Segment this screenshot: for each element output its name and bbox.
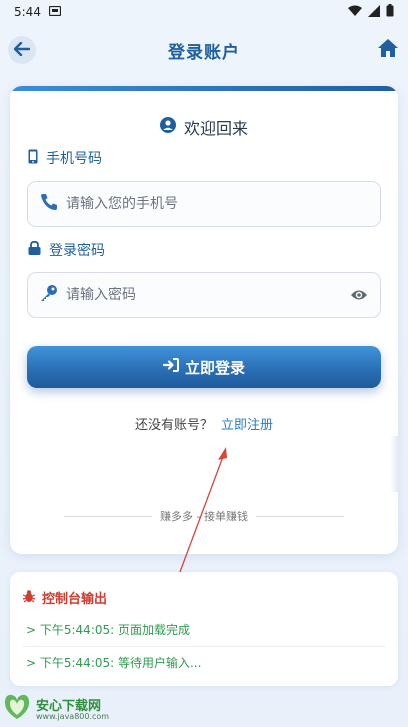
password-input[interactable] xyxy=(66,287,336,303)
wifi-icon xyxy=(348,5,362,19)
divider-line-right xyxy=(255,515,344,517)
phone-label: 手机号码 xyxy=(28,148,102,168)
register-row: 还没有账号？ 立即注册 xyxy=(10,414,398,433)
battery-icon xyxy=(386,4,394,20)
divider-line-left xyxy=(64,515,153,517)
no-account-text: 还没有账号？ xyxy=(134,418,213,433)
page-title: 登录账户 xyxy=(168,42,240,63)
status-time: 5:44 xyxy=(14,5,41,19)
back-button[interactable] xyxy=(8,36,36,64)
welcome-text: 欢迎回来 xyxy=(183,119,248,138)
header: 登录账户 xyxy=(0,24,408,76)
status-bar: 5:44 xyxy=(0,0,408,24)
phone-input-box[interactable] xyxy=(27,181,381,227)
password-label: 登录密码 xyxy=(28,240,105,260)
eye-icon[interactable] xyxy=(350,287,368,306)
password-input-box[interactable] xyxy=(27,272,381,318)
login-screen: 5:44 登录账户 欢迎回来 手机号码 请输入您的手机号 登录密码 立即登录 还… xyxy=(0,0,408,727)
mobile-phone-icon xyxy=(28,149,38,168)
user-circle-icon xyxy=(159,117,176,137)
console-title: 控制台输出 xyxy=(22,588,107,607)
signal-icon xyxy=(368,4,380,20)
scroll-edge-shadow xyxy=(390,436,398,492)
console-panel: 控制台输出 > 下午5:44:05: 页面加载完成 > 下午5:44:05: 等… xyxy=(10,572,398,686)
watermark: 安心下载网 www.java800.com xyxy=(2,691,109,725)
bug-icon xyxy=(22,589,36,607)
register-link[interactable]: 立即注册 xyxy=(221,418,273,433)
card-accent-bar xyxy=(10,86,398,91)
watermark-logo-icon xyxy=(2,691,32,725)
arrow-left-icon xyxy=(13,41,31,60)
console-line: > 下午5:44:05: 页面加载完成 xyxy=(26,623,190,637)
phone-icon xyxy=(40,193,58,215)
lock-icon xyxy=(28,240,41,259)
home-button[interactable] xyxy=(376,38,400,62)
login-button[interactable]: 立即登录 xyxy=(27,346,381,388)
watermark-url: www.java800.com xyxy=(36,712,110,721)
welcome-heading: 欢迎回来 xyxy=(10,115,398,139)
console-line: > 下午5:44:05: 等待用户输入... xyxy=(26,656,202,670)
home-icon xyxy=(378,39,398,61)
sign-in-icon xyxy=(162,358,179,376)
key-icon xyxy=(40,284,58,306)
console-separator xyxy=(22,646,386,647)
phone-input[interactable] xyxy=(66,196,336,212)
notification-icon xyxy=(48,5,62,19)
